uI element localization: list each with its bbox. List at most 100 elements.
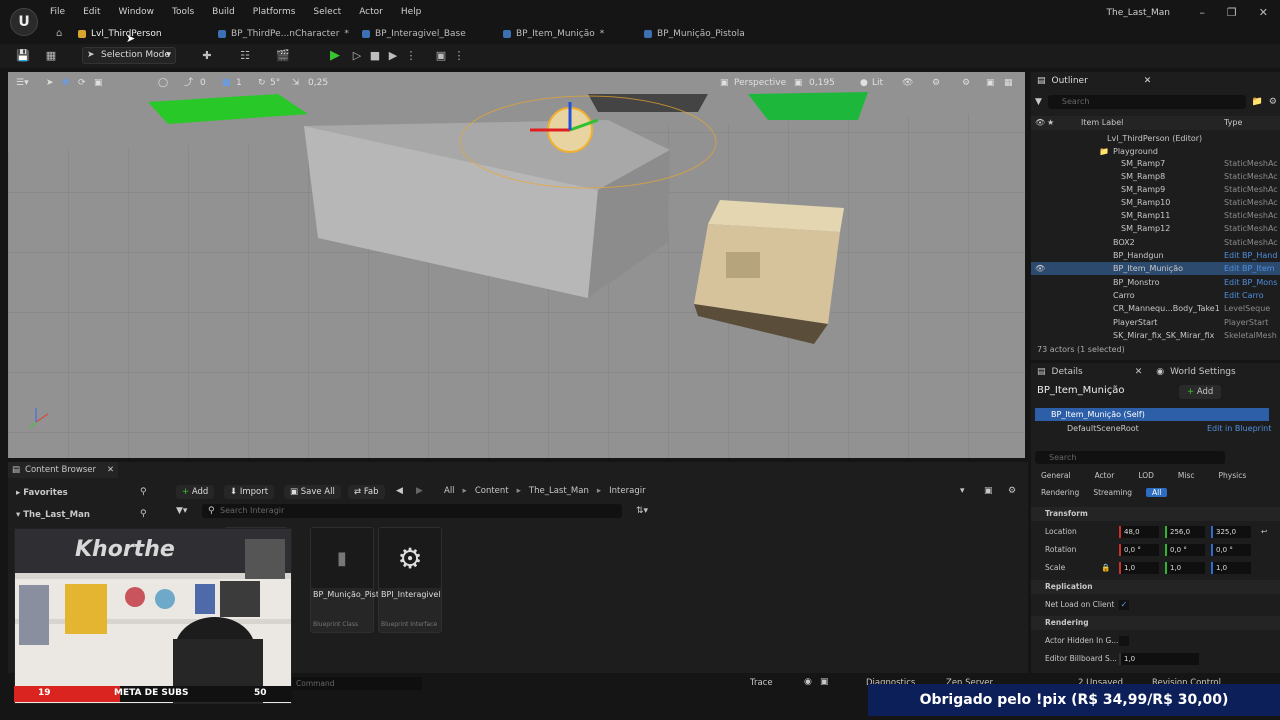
column-type[interactable]: Type — [1224, 116, 1242, 130]
content-browser-tab[interactable]: ▤ Content Browser ✕ — [8, 462, 118, 478]
tree-row[interactable]: Carro Edit Carro — [1031, 289, 1280, 302]
menu-select[interactable]: Select — [313, 7, 341, 17]
tree-row[interactable]: PlayerStart PlayerStart — [1031, 316, 1280, 329]
tab-bp-item-municao[interactable]: BP_Item_Munição * — [503, 24, 604, 44]
replication-header[interactable]: Replication — [1031, 580, 1280, 594]
menu-edit[interactable]: Edit — [83, 7, 100, 17]
tree-row[interactable]: SM_Ramp12 StaticMeshAc — [1031, 222, 1280, 235]
details-search-input[interactable]: Search — [1035, 451, 1225, 464]
tree-row[interactable]: BP_Handgun Edit BP_Hand — [1031, 249, 1280, 262]
viewport-menu-icon[interactable]: ☰▾ — [16, 74, 29, 92]
filter-actor[interactable]: Actor — [1095, 471, 1115, 480]
breadcrumb-all[interactable]: All — [444, 486, 455, 496]
add-button[interactable]: + Add — [176, 485, 215, 499]
level-viewport[interactable] — [8, 72, 1025, 458]
show-icon[interactable]: 👁 — [902, 74, 913, 92]
filter-icon[interactable]: ▼ — [1035, 97, 1042, 107]
tree-row[interactable]: BOX2 StaticMeshAc — [1031, 236, 1280, 249]
favorites-header[interactable]: ▸ Favorites — [16, 488, 68, 498]
filter-rendering[interactable]: Rendering — [1041, 488, 1079, 497]
close-icon[interactable]: ✕ — [107, 465, 114, 475]
menu-file[interactable]: File — [50, 7, 65, 17]
search-icon[interactable]: ⚲ — [140, 487, 147, 497]
filter-icon[interactable]: ▼▾ — [176, 506, 187, 516]
filter-streaming[interactable]: Streaming — [1093, 488, 1132, 497]
tab-bp-municao-pistola[interactable]: BP_Munição_Pistola — [644, 24, 745, 44]
stop-icon[interactable]: ■ — [368, 49, 382, 63]
save-icon[interactable]: 💾 — [16, 49, 30, 63]
tree-row[interactable]: CR_Mannequ...Body_Take1 LevelSeque — [1031, 302, 1280, 315]
settings-icon[interactable]: ⚙ — [932, 74, 940, 92]
home-icon[interactable]: ⌂ — [56, 28, 62, 39]
filter-all[interactable]: All — [1146, 488, 1168, 497]
more-options-icon[interactable]: ⋮ — [452, 49, 466, 63]
grid-scale-value[interactable]: 0,25 — [308, 74, 328, 92]
tab-world-settings[interactable]: World Settings — [1170, 367, 1236, 377]
chevron-down-icon[interactable]: ▾ — [960, 486, 965, 496]
selection-mode-dropdown[interactable]: ➤ Selection Mode ▾ — [82, 47, 176, 64]
breadcrumb-project[interactable]: The_Last_Man — [529, 486, 589, 496]
tree-row[interactable]: BP_Monstro Edit BP_Mons — [1031, 276, 1280, 289]
rendering-header[interactable]: Rendering — [1031, 616, 1280, 630]
record-icon[interactable]: ◉ — [804, 677, 812, 687]
billboard-value[interactable]: 1,0 — [1119, 653, 1199, 665]
filter-general[interactable]: General — [1041, 471, 1071, 480]
command-input[interactable]: Command — [292, 677, 422, 690]
filter-physics[interactable]: Physics — [1219, 471, 1247, 480]
grid-rotate-value[interactable]: 5° — [270, 74, 280, 92]
content-search-input[interactable]: Search Interagir — [202, 504, 622, 518]
tree-row[interactable]: SM_Ramp7 StaticMeshAc — [1031, 157, 1280, 170]
grid-move-value[interactable]: 1 — [236, 74, 242, 92]
rotation-y[interactable]: 0,0 ° — [1165, 544, 1205, 556]
menu-help[interactable]: Help — [401, 7, 422, 17]
perspective-dropdown[interactable]: Perspective — [734, 74, 786, 92]
more-options-icon[interactable]: ⋮ — [404, 49, 418, 63]
rotation-x[interactable]: 0,0 ° — [1119, 544, 1159, 556]
tree-row[interactable]: SM_Ramp10 StaticMeshAc — [1031, 196, 1280, 209]
forward-icon[interactable]: ▶ — [416, 486, 423, 496]
filter-misc[interactable]: Misc — [1178, 471, 1195, 480]
fab-button[interactable]: ⇄ Fab — [348, 485, 385, 499]
maximize-icon[interactable]: ▦ — [1004, 74, 1013, 92]
dock-icon[interactable]: ▣ — [984, 486, 993, 496]
save-all-button[interactable]: ▣ Save All — [284, 485, 341, 499]
minimize-icon[interactable]: – — [1199, 6, 1205, 19]
tree-row[interactable]: SM_Ramp9 StaticMeshAc — [1031, 183, 1280, 196]
net-load-checkbox[interactable]: ✓ — [1119, 600, 1129, 610]
surface-snap-icon[interactable]: ⤴ — [184, 74, 193, 92]
breadcrumb-interagir[interactable]: Interagir — [609, 486, 645, 496]
step-icon[interactable]: ▷ — [350, 49, 364, 63]
reset-icon[interactable]: ↩ — [1261, 525, 1267, 539]
screenshot-icon[interactable]: ▣ — [820, 677, 829, 687]
tree-row[interactable]: SK_Mirar_fix_SK_Mirar_fix SkeletalMesh — [1031, 329, 1280, 342]
actor-hidden-checkbox[interactable] — [1119, 636, 1129, 646]
close-icon[interactable]: ✕ — [1144, 76, 1152, 86]
outliner-tab[interactable]: ▤ Outliner ✕ — [1031, 72, 1280, 90]
column-item-label[interactable]: Item Label — [1081, 116, 1123, 130]
menu-platforms[interactable]: Platforms — [253, 7, 296, 17]
world-local-icon[interactable]: ◯ — [158, 74, 168, 92]
tree-row-selected[interactable]: 👁 BP_Item_Munição Edit BP_Item — [1031, 262, 1280, 275]
camera-speed[interactable]: 0,195 — [809, 74, 835, 92]
blueprints-icon[interactable]: ☷ — [238, 49, 252, 63]
grid-angle-value[interactable]: 0 — [200, 74, 206, 92]
back-icon[interactable]: ◀ — [396, 486, 403, 496]
search-icon[interactable]: ⚲ — [140, 509, 147, 519]
project-header[interactable]: ▾ The_Last_Man — [16, 510, 90, 520]
scale-tool-icon[interactable]: ▣ — [94, 74, 103, 92]
rotate-tool-icon[interactable]: ⟳ — [78, 74, 86, 92]
close-window-icon[interactable]: ✕ — [1259, 6, 1268, 19]
location-y[interactable]: 256,0 — [1165, 526, 1205, 538]
scale-z[interactable]: 1,0 — [1211, 562, 1251, 574]
edit-in-blueprint-link[interactable]: Edit in Blueprint — [1207, 424, 1271, 433]
select-tool-icon[interactable]: ➤ — [46, 74, 54, 92]
lit-dropdown[interactable]: Lit — [872, 74, 883, 92]
rotate-snap-icon[interactable]: ↻ — [258, 74, 266, 92]
grid-snap-icon[interactable]: ▦ — [222, 74, 231, 92]
outliner-search-input[interactable]: Search — [1047, 95, 1246, 109]
translate-tool-icon[interactable]: ✥ — [62, 74, 70, 92]
tree-row[interactable]: SM_Ramp11 StaticMeshAc — [1031, 209, 1280, 222]
menu-actor[interactable]: Actor — [359, 7, 383, 17]
gear-icon[interactable]: ⚙ — [1269, 97, 1277, 107]
tree-row[interactable]: Lvl_ThirdPerson (Editor) — [1031, 132, 1280, 145]
